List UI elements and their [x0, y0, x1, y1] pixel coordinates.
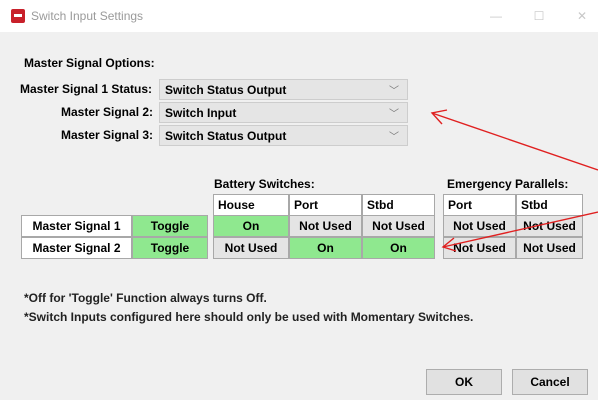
arrow-to-master-signal-2	[431, 112, 598, 171]
arrow-to-ms2-emergency-port	[442, 211, 598, 248]
annotation-arrows	[430, 109, 598, 252]
